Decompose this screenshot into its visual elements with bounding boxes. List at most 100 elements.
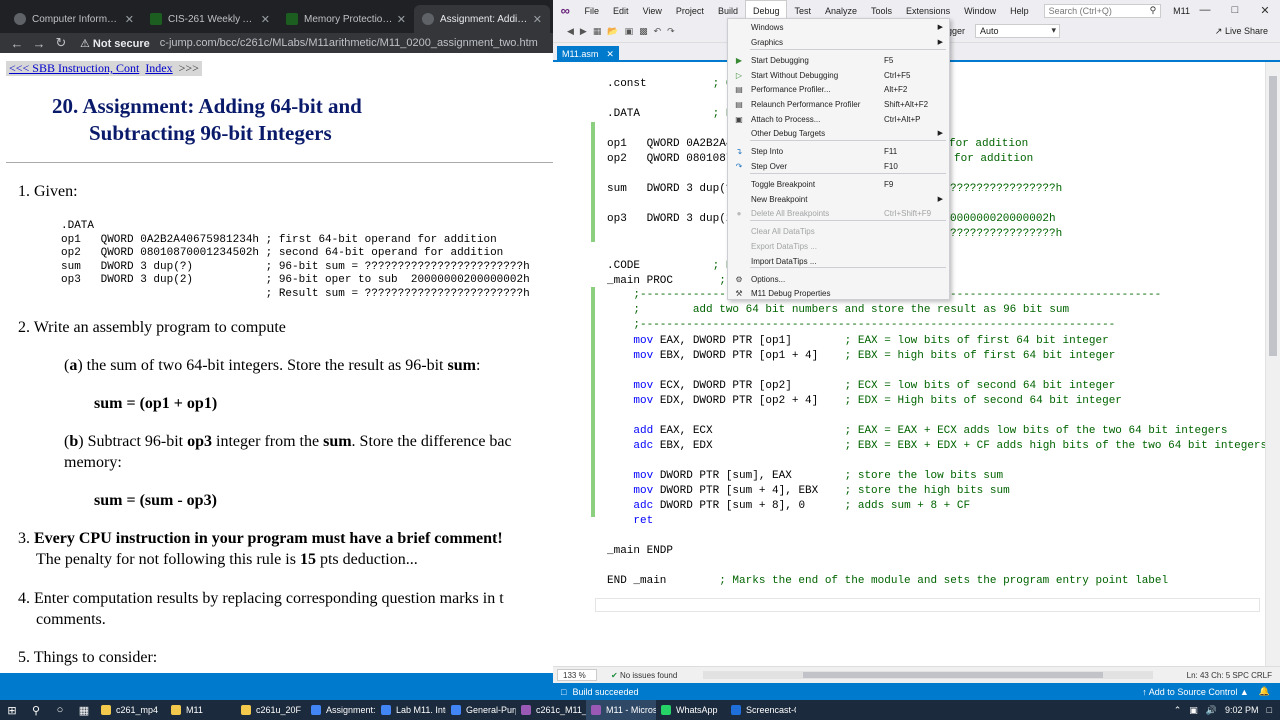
debug-menu-item-options[interactable]: ⚙ Options...	[728, 272, 949, 286]
close-icon[interactable]: ✕	[533, 13, 542, 26]
next-link[interactable]: >>>	[176, 61, 202, 76]
save-icon[interactable]: ▣	[625, 26, 634, 37]
debug-menu-item-start-without-debugging[interactable]: ▷ Start Without Debugging Ctrl+F5	[728, 68, 949, 82]
clock[interactable]: 9:02 PM	[1225, 705, 1259, 715]
close-icon[interactable]: ✕	[1250, 4, 1280, 17]
taskbar-item[interactable]: Screencast-O-Ma...	[726, 700, 796, 720]
formula-b: sum = (sum - op3)	[94, 492, 217, 509]
menu-help[interactable]: Help	[1003, 0, 1036, 21]
code-line: ; add two 64 bit numbers and store the r…	[607, 303, 1069, 317]
menu-project[interactable]: Project	[669, 0, 711, 21]
new-item-icon[interactable]: ▦	[593, 26, 602, 37]
windows-taskbar: ⊞ ⚲ ○ ▦ c261_mp4 M11 c261u_20F Assignment: …	[0, 700, 1280, 720]
url-field[interactable]: c-jump.com/bcc/c261c/MLabs/M11arithmetic…	[160, 37, 538, 49]
reload-icon[interactable]: ↻	[50, 35, 72, 51]
scroll-thumb[interactable]	[803, 672, 1103, 678]
taskbar-item[interactable]: Lab M11. Integer ...	[376, 700, 446, 720]
menu-view[interactable]: View	[636, 0, 669, 21]
taskbar-item[interactable]: Assignment: Addi...	[306, 700, 376, 720]
windows-start-icon[interactable]: ⊞	[0, 704, 24, 717]
code-comment: ; store the low bits sum	[844, 470, 1004, 482]
close-tab-icon[interactable]: ✕	[606, 49, 614, 60]
undo-icon[interactable]: ↶	[654, 26, 662, 37]
not-secure-badge[interactable]: ⚠ Not secure	[80, 37, 150, 50]
close-icon[interactable]: ✕	[397, 13, 406, 26]
taskbar-item[interactable]: c261u_20F	[236, 700, 306, 720]
menu-file[interactable]: File	[578, 0, 607, 21]
taskbar-item[interactable]: c261_mp4	[96, 700, 166, 720]
debug-menu: Windows ▶ Graphics ▶ ▶ Start Debugging F5 ▷ Star…	[727, 18, 950, 300]
item-4: 4. Enter computation results by replacin…	[18, 590, 504, 607]
redo-icon[interactable]: ↷	[667, 26, 675, 37]
current-line-highlight	[595, 598, 1260, 612]
live-share-button[interactable]: ↗ Live Share	[1215, 26, 1268, 37]
debug-menu-item-attach-to-process[interactable]: ▣ Attach to Process... Ctrl+Alt+P	[728, 112, 949, 126]
minimize-icon[interactable]: —	[1190, 4, 1220, 17]
step-over-icon: ↷	[735, 161, 743, 171]
config-combo[interactable]: Auto ▾	[975, 24, 1060, 38]
zoom-combo[interactable]: 133 %	[557, 669, 597, 681]
menu-item-label: Start Without Debugging	[751, 70, 839, 80]
taskbar-item[interactable]: M11 - Microsoft ...	[586, 700, 656, 720]
debug-menu-item-m11-debug-properties[interactable]: ⚒ M11 Debug Properties	[728, 286, 949, 300]
save-all-icon[interactable]: ▩	[639, 26, 648, 37]
item-2: 2. Write an assembly program to compute	[18, 319, 286, 336]
nav-back-icon[interactable]: ◀	[567, 26, 574, 37]
debug-menu-item-toggle-breakpoint[interactable]: Toggle Breakpoint F9	[728, 177, 949, 191]
issues-indicator[interactable]: ✔ No issues found	[611, 671, 677, 680]
page-title: 20. Assignment: Adding 64-bit and Subtra…	[52, 94, 362, 145]
maximize-icon[interactable]: □	[1220, 4, 1250, 17]
close-icon[interactable]: ✕	[125, 13, 134, 26]
menu-item-label: Delete All Breakpoints	[751, 208, 830, 218]
taskbar-item[interactable]: WhatsApp	[656, 700, 726, 720]
line-col-indicator: Ln: 43 Ch: 5 SPC CRLF	[1186, 670, 1272, 680]
scroll-thumb[interactable]	[1269, 76, 1277, 356]
instruction-keyword: mov	[633, 380, 654, 392]
code-comment: ; EBX = EBX + EDX + CF adds high bits of…	[844, 440, 1265, 452]
debug-menu-item-performance-profiler[interactable]: ▤ Performance Profiler... Alt+F2	[728, 82, 949, 96]
prev-link[interactable]: <<< SBB Instruction, Cont	[6, 61, 142, 76]
debug-menu-item-windows[interactable]: Windows ▶	[728, 20, 949, 34]
debug-menu-item-step-over[interactable]: ↷ Step Over F10	[728, 159, 949, 173]
browser-tab[interactable]: Computer Information Sys ✕	[6, 5, 142, 33]
open-icon[interactable]: 📂	[607, 26, 618, 37]
debug-menu-item-graphics[interactable]: Graphics ▶	[728, 35, 949, 49]
index-link[interactable]: Index	[142, 61, 175, 76]
menu-edit[interactable]: Edit	[606, 0, 636, 21]
volume-icon[interactable]: 🔊	[1206, 705, 1217, 716]
close-icon[interactable]: ✕	[261, 13, 270, 26]
add-to-source-control-button[interactable]: ↑ Add to Source Control ▲	[1142, 687, 1259, 697]
horizontal-scrollbar[interactable]	[703, 671, 1153, 679]
tab-m11-asm[interactable]: M11.asm ✕	[557, 46, 619, 62]
code-line: op3 DWORD 3 dup(2	[607, 213, 733, 225]
taskbar-item[interactable]: c261c_M11_100_j...	[516, 700, 586, 720]
chevron-up-icon[interactable]: ⌃	[1174, 705, 1182, 716]
debug-menu-item-relaunch-performance-profiler[interactable]: ▤ Relaunch Performance Profiler Shift+Alt+…	[728, 97, 949, 111]
network-icon[interactable]: ▣	[1189, 705, 1198, 716]
search-icon[interactable]: ⚲	[24, 704, 48, 717]
debug-menu-item-new-breakpoint[interactable]: New Breakpoint ▶	[728, 192, 949, 206]
taskbar-item[interactable]: General-Purpose ...	[446, 700, 516, 720]
browser-tab[interactable]: CIS-261 Weekly Assignmen ✕	[142, 5, 278, 33]
code-comment: ; ECX = low bits of second 64 bit intege…	[844, 380, 1116, 392]
notification-center-icon[interactable]: □	[1267, 705, 1272, 715]
code-line: ;---------------------------------------…	[607, 318, 1115, 332]
debug-menu-item-start-debugging[interactable]: ▶ Start Debugging F5	[728, 53, 949, 67]
vs-search-input[interactable]: Search (Ctrl+Q) ⚲	[1043, 3, 1162, 18]
browser-tab[interactable]: Assignment: Adding 64-bi ✕	[414, 5, 550, 33]
debug-menu-item-import-datatips[interactable]: Import DataTips ...	[728, 254, 949, 268]
taskbar-item-label: Screencast-O-Ma...	[746, 705, 796, 715]
task-view-icon[interactable]: ▦	[72, 704, 96, 717]
vertical-scrollbar[interactable]	[1265, 62, 1280, 666]
back-arrow-icon[interactable]: ←	[6, 36, 28, 51]
nav-forward-icon[interactable]: ▶	[580, 26, 587, 37]
forward-arrow-icon[interactable]: →	[28, 36, 50, 51]
debug-menu-item-other-debug-targets[interactable]: Other Debug Targets ▶	[728, 126, 949, 140]
menu-window[interactable]: Window	[957, 0, 1003, 21]
debug-menu-item-step-into[interactable]: ↴ Step Into F11	[728, 144, 949, 158]
taskbar-item[interactable]: M11	[166, 700, 236, 720]
notifications-icon[interactable]: 🔔	[1259, 686, 1280, 697]
cortana-icon[interactable]: ○	[48, 704, 72, 716]
item-b: (b) Subtract 96-bit op3 integer from the…	[64, 433, 512, 450]
browser-tab[interactable]: Memory Protection, Pagin ✕	[278, 5, 414, 33]
